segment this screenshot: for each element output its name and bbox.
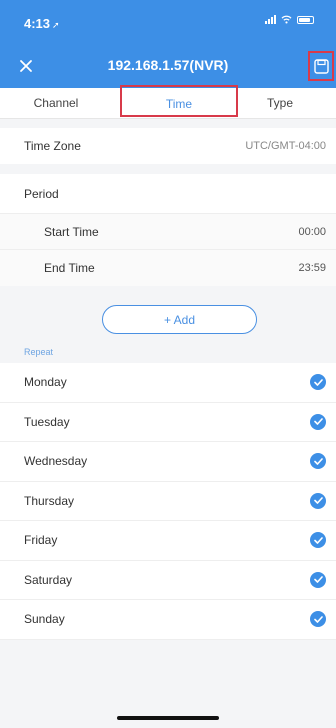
checkmark-icon <box>310 453 326 469</box>
start-time-row[interactable]: Start Time 00:00 <box>0 214 336 250</box>
save-button[interactable] <box>308 51 334 81</box>
home-indicator[interactable] <box>117 716 219 720</box>
repeat-section-label: Repeat <box>24 347 54 357</box>
day-name: Wednesday <box>24 454 88 468</box>
clock-text: 4:13 <box>24 16 51 31</box>
checkmark-icon <box>310 532 326 548</box>
start-time-value: 00:00 <box>298 226 326 238</box>
page-title: 192.168.1.57(NVR) <box>107 57 229 73</box>
day-row-sunday[interactable]: Sunday <box>0 600 336 640</box>
end-time-value: 23:59 <box>298 262 326 274</box>
checkmark-icon <box>310 571 326 588</box>
tab-channel[interactable]: Channel <box>0 88 112 118</box>
status-icons <box>265 15 314 24</box>
wifi-icon <box>281 15 292 24</box>
day-row-tuesday[interactable]: Tuesday <box>0 403 336 442</box>
day-row-monday[interactable]: Monday <box>0 363 336 403</box>
battery-icon <box>297 15 314 24</box>
day-row-thursday[interactable]: Thursday <box>0 482 336 521</box>
tab-bar: Channel Type Time <box>0 85 336 119</box>
day-row-wednesday[interactable]: Wednesday <box>0 442 336 482</box>
add-period-button[interactable]: + Add <box>102 305 257 334</box>
checkmark-icon <box>310 413 326 430</box>
checkmark-icon <box>310 611 326 627</box>
checkmark-icon <box>310 492 326 509</box>
time-zone-label: Time Zone <box>24 139 81 153</box>
save-icon <box>313 58 329 74</box>
tab-time[interactable]: Time <box>120 85 238 117</box>
time-zone-value: UTC/GMT-04:00 <box>245 140 326 152</box>
period-label: Period <box>24 187 59 201</box>
day-row-saturday[interactable]: Saturday <box>0 561 336 600</box>
status-time: 4:13 ➚ <box>24 16 60 31</box>
day-name: Friday <box>24 533 58 547</box>
end-time-label: End Time <box>44 261 95 275</box>
day-row-friday[interactable]: Friday <box>0 521 336 561</box>
period-row: Period <box>0 174 336 214</box>
day-name: Tuesday <box>24 414 70 429</box>
end-time-row[interactable]: End Time 23:59 <box>0 250 336 286</box>
location-arrow-icon: ➚ <box>52 20 60 30</box>
day-name: Monday <box>24 375 67 389</box>
repeat-days-list: Monday Tuesday Wednesday Thursday Friday… <box>0 363 336 640</box>
app-header: 4:13 ➚ 192.168.1.57(NVR) <box>0 0 336 88</box>
checkmark-icon <box>310 374 326 390</box>
nav-bar: 192.168.1.57(NVR) <box>0 44 336 88</box>
day-name: Thursday <box>24 493 75 508</box>
tab-type[interactable]: Type <box>224 88 336 118</box>
day-name: Sunday <box>24 612 65 626</box>
status-bar: 4:13 ➚ <box>0 0 336 44</box>
day-name: Saturday <box>24 572 73 587</box>
signal-icon <box>265 15 276 24</box>
time-zone-row[interactable]: Time Zone UTC/GMT-04:00 <box>0 128 336 164</box>
start-time-label: Start Time <box>44 225 99 239</box>
